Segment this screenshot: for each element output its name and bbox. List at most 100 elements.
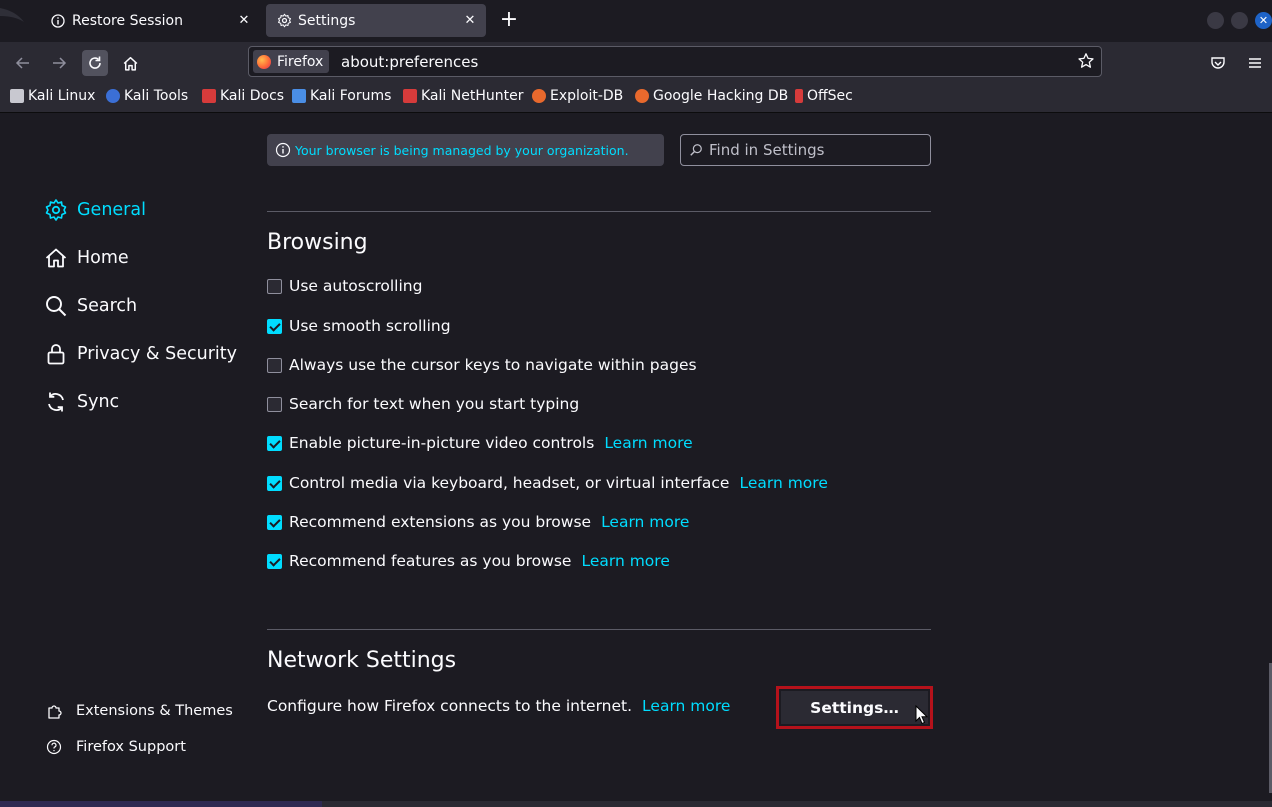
option-smooth-scrolling[interactable]: Use smooth scrolling [267, 315, 451, 337]
network-heading: Network Settings [267, 648, 457, 673]
category-privacy[interactable]: Privacy & Security [44, 339, 237, 369]
autoscrolling-checkbox[interactable] [267, 278, 282, 294]
section-divider [267, 629, 931, 630]
sync-icon [44, 390, 68, 414]
identity-box[interactable]: Firefox [253, 50, 330, 73]
option-label: Search for text when you start typing [289, 395, 580, 413]
network-settings-button[interactable]: Settings… [781, 691, 928, 724]
tab-settings[interactable]: Settings ✕ [266, 4, 486, 37]
option-cursor-keys[interactable]: Always use the cursor keys to navigate w… [267, 354, 697, 376]
option-recommend-extensions[interactable]: Recommend extensions as you browse Learn… [267, 511, 689, 533]
option-label: Use smooth scrolling [289, 317, 451, 335]
url-text[interactable]: about:preferences [341, 53, 478, 71]
offsec-icon [795, 89, 803, 103]
learn-more-link[interactable]: Learn more [642, 697, 730, 715]
bookmarks-toolbar: Kali Linux Kali Tools Kali Docs Kali For… [0, 82, 1272, 113]
tab-title: Restore Session [72, 12, 183, 29]
recommend-features-checkbox[interactable] [267, 553, 282, 569]
navigation-toolbar: Firefox about:preferences [0, 42, 1272, 82]
kali-forums-icon [292, 89, 306, 103]
recommend-extensions-checkbox[interactable] [267, 514, 282, 530]
notice-text: Your browser is being managed by your or… [295, 142, 629, 158]
address-bar[interactable]: Firefox about:preferences [248, 46, 1102, 77]
category-label: General [77, 200, 146, 220]
cursor-keys-checkbox[interactable] [267, 357, 282, 373]
bookmark-offsec[interactable]: OffSec [795, 88, 853, 104]
bookmark-kali-forums[interactable]: Kali Forums [292, 88, 391, 104]
exploit-db-icon [532, 89, 546, 103]
back-button[interactable] [10, 50, 36, 76]
close-window-button[interactable]: ✕ [1255, 12, 1272, 29]
bookmark-kali-tools[interactable]: Kali Tools [106, 88, 188, 104]
close-tab-icon[interactable]: ✕ [462, 12, 478, 28]
lock-icon [44, 342, 68, 366]
option-label: Use autoscrolling [289, 277, 423, 295]
kali-tools-icon [106, 89, 120, 103]
browsing-heading: Browsing [267, 230, 368, 255]
forward-button[interactable] [46, 50, 72, 76]
media-control-checkbox[interactable] [267, 475, 282, 491]
bookmark-star-icon[interactable] [1077, 52, 1095, 70]
category-sync[interactable]: Sync [44, 387, 119, 417]
tab-restore-session[interactable]: Restore Session ✕ [38, 4, 260, 37]
option-autoscrolling[interactable]: Use autoscrolling [267, 275, 422, 297]
bookmark-exploit-db[interactable]: Exploit-DB [532, 88, 623, 104]
gear-icon [44, 198, 68, 222]
option-label: Control media via keyboard, headset, or … [289, 474, 730, 492]
category-label: Search [77, 296, 138, 316]
minimize-button[interactable] [1207, 12, 1224, 29]
search-input[interactable] [709, 141, 909, 159]
home-icon [44, 246, 68, 270]
arrow-right-icon [53, 57, 67, 69]
option-picture-in-picture[interactable]: Enable picture-in-picture video controls… [267, 432, 693, 454]
pocket-button[interactable] [1205, 50, 1231, 76]
category-label: Sync [77, 392, 120, 412]
search-text-checkbox[interactable] [267, 396, 282, 412]
bookmark-kali-nethunter[interactable]: Kali NetHunter [403, 88, 523, 104]
hamburger-menu-icon [1249, 58, 1261, 68]
reload-icon [89, 56, 101, 69]
info-icon [275, 142, 291, 158]
bookmark-kali-docs[interactable]: Kali Docs [202, 88, 284, 104]
maximize-button[interactable] [1231, 12, 1248, 29]
option-search-text[interactable]: Search for text when you start typing [267, 393, 579, 415]
highlight-box: Settings… [776, 686, 933, 729]
option-recommend-features[interactable]: Recommend features as you browse Learn m… [267, 550, 670, 572]
menu-button[interactable] [1242, 50, 1268, 76]
help-icon [46, 739, 62, 755]
bookmark-kali-linux[interactable]: Kali Linux [10, 88, 95, 104]
category-general[interactable]: General [44, 195, 146, 225]
picture-in-picture-checkbox[interactable] [267, 435, 282, 451]
home-button[interactable] [117, 50, 143, 76]
learn-more-link[interactable]: Learn more [581, 552, 669, 570]
firefox-support-link[interactable]: Firefox Support [46, 736, 186, 758]
category-home[interactable]: Home [44, 243, 129, 273]
settings-search[interactable] [680, 134, 931, 166]
info-icon [50, 13, 66, 29]
firefox-icon [257, 54, 271, 69]
learn-more-link[interactable]: Learn more [739, 474, 827, 492]
network-description: Configure how Firefox connects to the in… [267, 697, 731, 715]
option-label: Recommend features as you browse [289, 552, 572, 570]
bookmark-google-hacking-db[interactable]: Google Hacking DB [635, 88, 788, 104]
option-label: Always use the cursor keys to navigate w… [289, 356, 697, 374]
smooth-scrolling-checkbox[interactable] [267, 318, 282, 334]
extensions-themes-link[interactable]: Extensions & Themes [46, 700, 233, 722]
category-search[interactable]: Search [44, 291, 137, 321]
new-tab-button[interactable]: + [497, 8, 521, 32]
category-label: Home [77, 248, 129, 268]
learn-more-link[interactable]: Learn more [604, 434, 692, 452]
tab-bar: Restore Session ✕ Settings ✕ + ✕ [0, 0, 1272, 42]
underlying-window-strip [0, 801, 1272, 807]
arrow-left-icon [15, 57, 29, 69]
learn-more-link[interactable]: Learn more [601, 513, 689, 531]
ghdb-icon [635, 89, 649, 103]
reload-button[interactable] [82, 50, 108, 76]
nethunter-icon [403, 89, 417, 103]
close-tab-icon[interactable]: ✕ [236, 12, 252, 28]
policies-notice[interactable]: Your browser is being managed by your or… [267, 134, 664, 166]
kali-docs-icon [202, 89, 216, 103]
option-media-control[interactable]: Control media via keyboard, headset, or … [267, 472, 828, 494]
search-icon [690, 144, 702, 156]
home-icon [123, 56, 137, 71]
